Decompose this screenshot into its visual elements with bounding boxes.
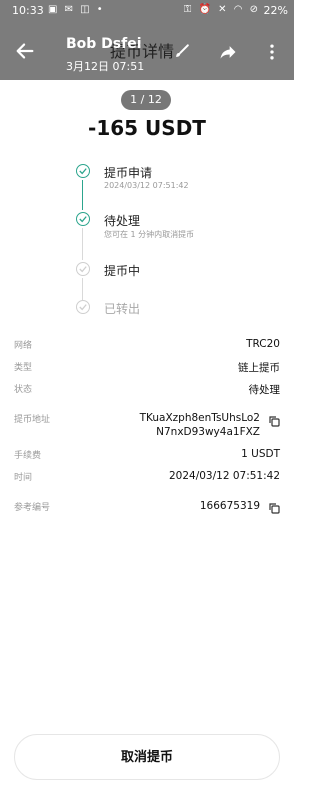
- pending-check-icon: [76, 300, 90, 314]
- detail-key: 手续费: [14, 451, 42, 461]
- detail-value: 2024/03/12 07:51:42: [168, 470, 280, 482]
- detail-row-time: 时间 2024/03/12 07:51:42: [0, 470, 294, 488]
- timeline-connector: [82, 228, 83, 260]
- withdraw-amount: -165 USDT: [88, 116, 206, 140]
- detail-row-address: 提币地址 TKuaXzph8enTsUhsLo2 N7nxD93wy4a1FXZ: [0, 412, 294, 442]
- pending-check-icon: [76, 262, 90, 276]
- detail-row-fee: 手续费 1 USDT: [0, 448, 294, 466]
- timeline-connector: [82, 278, 83, 300]
- detail-row-network: 网络 TRC20: [0, 338, 294, 356]
- step-label: 待处理: [104, 214, 141, 228]
- detail-key: 状态: [14, 385, 33, 395]
- check-icon: [76, 212, 90, 226]
- check-icon: [76, 164, 90, 178]
- step-subtext: 您可在 1 分钟内取消提币: [104, 230, 195, 239]
- battery-level: 22%: [263, 4, 288, 17]
- detail-row-status: 状态 待处理: [0, 382, 294, 400]
- detail-value: 链上提币: [238, 362, 280, 374]
- step-label: 提币中: [104, 264, 141, 278]
- detail-key: 类型: [14, 363, 33, 373]
- sent-time: 3月12日 07:51: [66, 60, 145, 73]
- sender-name: Bob Dsfei: [66, 36, 142, 52]
- detail-row-type: 类型 链上提币: [0, 360, 294, 378]
- detail-value: 166675319: [199, 500, 260, 512]
- detail-row-reference: 参考编号 166675319: [0, 500, 294, 518]
- more-vertical-icon[interactable]: [262, 42, 282, 62]
- status-bar: 10:33 ▣ ✉ ◫ • ⚿ ⏰ ✕ ◠ ⊘ 22%: [0, 0, 294, 22]
- share-icon[interactable]: [218, 42, 238, 62]
- step-subtext: 2024/03/12 07:51:42: [104, 181, 189, 190]
- copy-icon[interactable]: [268, 502, 280, 514]
- status-time: 10:33: [12, 4, 44, 17]
- notification-icons: ▣ ✉ ◫ •: [48, 4, 105, 15]
- brush-icon[interactable]: [172, 42, 192, 62]
- step-label: 已转出: [104, 302, 141, 316]
- detail-value: TRC20: [246, 338, 280, 350]
- system-icons: ⚿ ⏰ ✕ ◠ ⊘: [183, 4, 260, 15]
- copy-icon[interactable]: [268, 415, 280, 427]
- detail-value: 待处理: [248, 384, 281, 396]
- image-counter: 1 / 12: [121, 90, 171, 110]
- detail-key: 提币地址: [14, 415, 51, 425]
- address-line-1: TKuaXzph8enTsUhsLo2: [139, 412, 260, 424]
- step-label: 提币申请: [104, 166, 153, 180]
- chat-header: 提币详情 Bob Dsfei 3月12日 07:51: [0, 22, 294, 80]
- timeline-connector: [82, 180, 83, 210]
- detail-value: 1 USDT: [241, 448, 280, 460]
- detail-key: 参考编号: [14, 503, 51, 513]
- detail-key: 网络: [14, 341, 33, 351]
- cancel-withdrawal-button[interactable]: 取消提币: [14, 734, 280, 780]
- detail-key: 时间: [14, 473, 33, 483]
- back-arrow-icon[interactable]: [14, 40, 36, 62]
- address-line-2: N7nxD93wy4a1FXZ: [156, 426, 260, 438]
